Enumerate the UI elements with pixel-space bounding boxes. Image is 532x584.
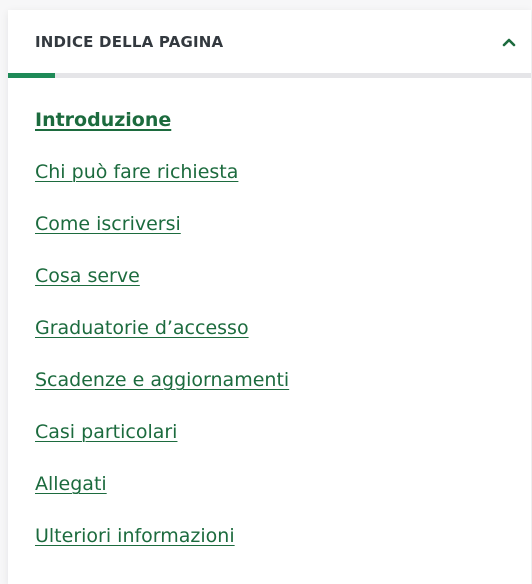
page-index-card: INDICE DELLA PAGINA Introduzione Chi può… [8,10,531,584]
chevron-up-icon[interactable] [499,32,519,52]
toc-link-graduatorie-accesso[interactable]: Graduatorie d’accesso [35,317,249,339]
toc-link-casi-particolari[interactable]: Casi particolari [35,421,177,443]
reading-progress-bar [8,73,531,78]
toc-link-cosa-serve[interactable]: Cosa serve [35,265,140,287]
list-item: Casi particolari [35,418,515,470]
toc-link-chi-puo-fare-richiesta[interactable]: Chi può fare richiesta [35,161,238,183]
page-index-title: INDICE DELLA PAGINA [35,33,224,51]
list-item: Introduzione [35,106,515,158]
page-index-toggle[interactable]: INDICE DELLA PAGINA [8,10,531,73]
list-item: Come iscriversi [35,210,515,262]
list-item: Scadenze e aggiornamenti [35,366,515,418]
toc-link-introduzione[interactable]: Introduzione [35,109,171,131]
toc-link-come-iscriversi[interactable]: Come iscriversi [35,213,181,235]
list-item: Graduatorie d’accesso [35,314,515,366]
list-item: Ulteriori informazioni [35,522,515,574]
reading-progress-fill [8,73,56,78]
toc-link-ulteriori-informazioni[interactable]: Ulteriori informazioni [35,525,235,547]
toc-link-scadenze-aggiornamenti[interactable]: Scadenze e aggiornamenti [35,369,289,391]
toc-link-allegati[interactable]: Allegati [35,473,107,495]
list-item: Cosa serve [35,262,515,314]
list-item: Chi può fare richiesta [35,158,515,210]
page-index-list: Introduzione Chi può fare richiesta Come… [35,106,515,574]
list-item: Allegati [35,470,515,522]
